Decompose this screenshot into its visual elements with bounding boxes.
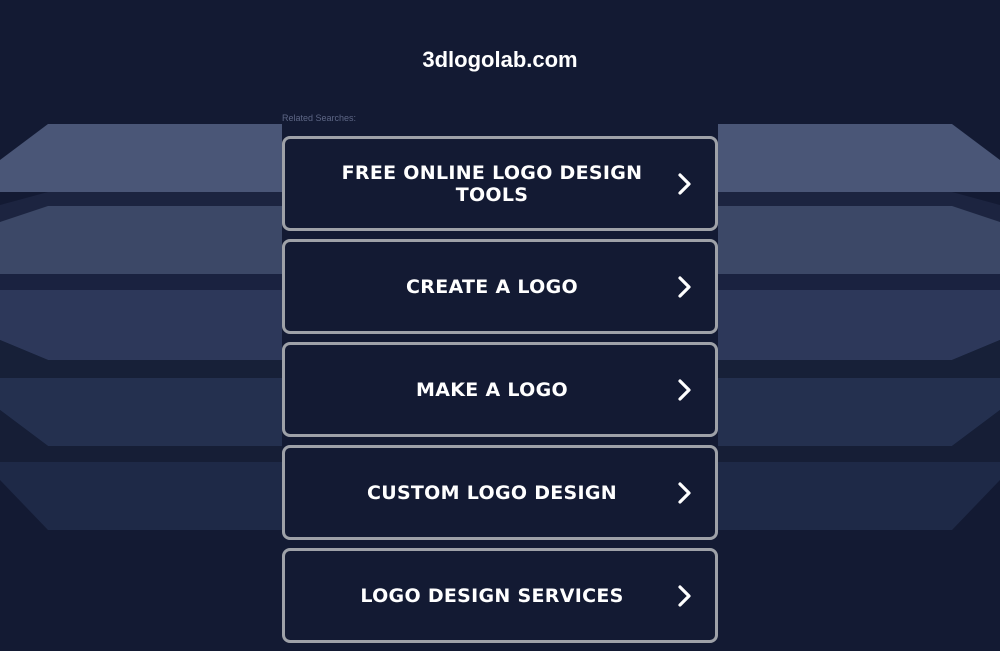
chevron-right-icon: [677, 275, 693, 299]
related-links-list: FREE ONLINE LOGO DESIGN TOOLS CREATE A L…: [282, 136, 718, 651]
related-link-label: CREATE A LOGO: [406, 275, 578, 298]
left-decor-shapes: [0, 124, 282, 530]
related-link-custom-logo-design[interactable]: CUSTOM LOGO DESIGN: [282, 445, 718, 540]
chevron-right-icon: [677, 481, 693, 505]
related-link-label: LOGO DESIGN SERVICES: [360, 584, 624, 607]
site-title: 3dlogolab.com: [422, 47, 578, 72]
related-searches-label: Related Searches:: [282, 113, 357, 123]
related-link-label: CUSTOM LOGO DESIGN: [366, 481, 618, 504]
related-link-label: FREE ONLINE LOGO DESIGN TOOLS: [341, 161, 643, 206]
related-link-free-online-logo-design-tools[interactable]: FREE ONLINE LOGO DESIGN TOOLS: [282, 136, 718, 231]
chevron-right-icon: [677, 378, 693, 402]
related-link-create-a-logo[interactable]: CREATE A LOGO: [282, 239, 718, 334]
chevron-right-icon: [677, 172, 693, 196]
related-link-logo-design-services[interactable]: LOGO DESIGN SERVICES: [282, 548, 718, 643]
right-decor-shapes: [718, 124, 1000, 530]
chevron-right-icon: [677, 584, 693, 608]
related-link-make-a-logo[interactable]: MAKE A LOGO: [282, 342, 718, 437]
related-link-label: MAKE A LOGO: [416, 378, 568, 401]
